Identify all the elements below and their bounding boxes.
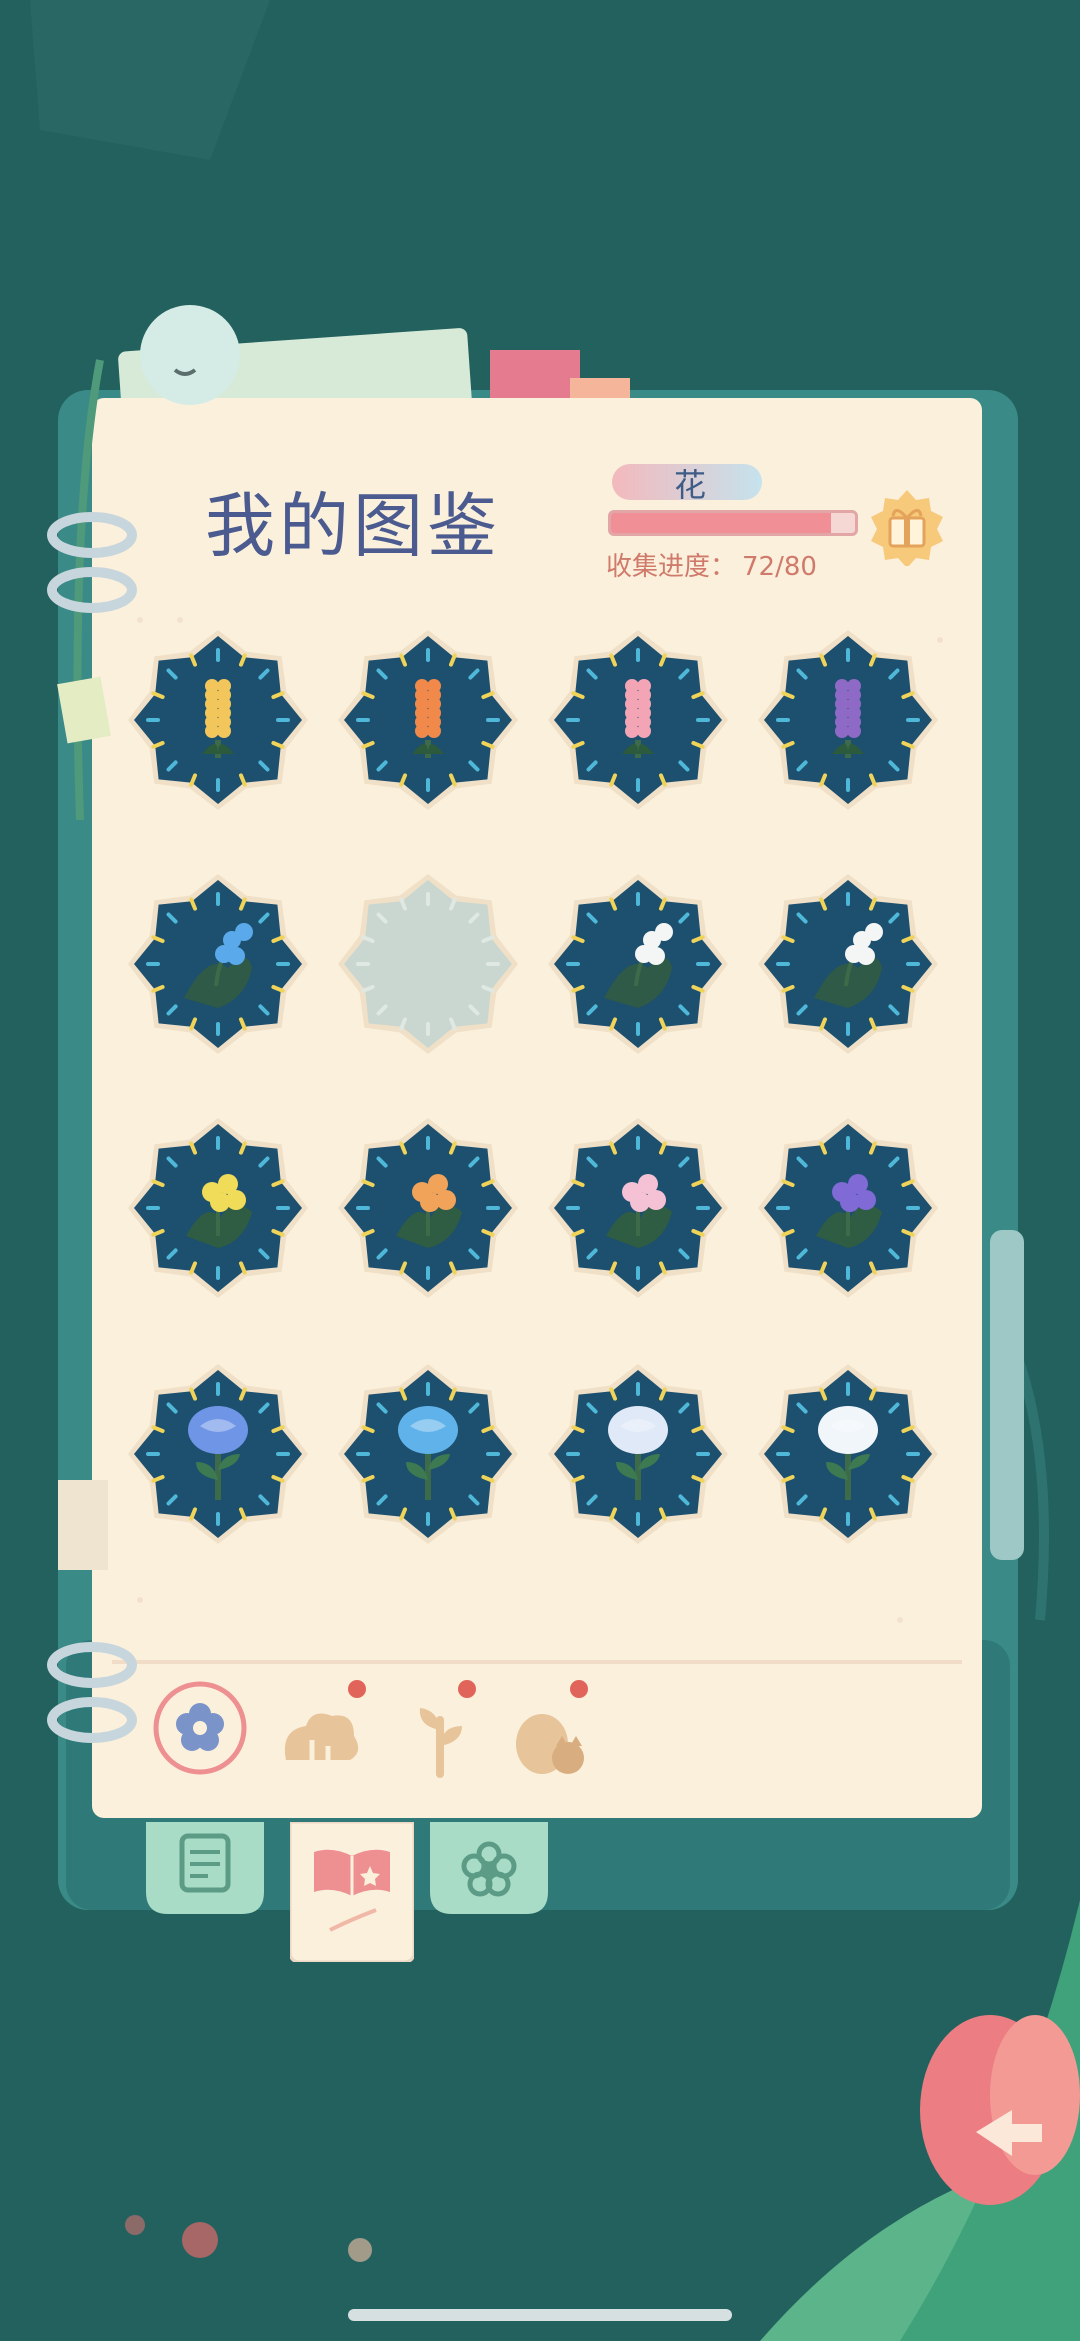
- back-button[interactable]: [920, 2040, 1060, 2230]
- specimen-undiscovered[interactable]: [338, 874, 518, 1054]
- book-star-icon: [288, 1820, 416, 1964]
- back-arrow-icon: [976, 2110, 1042, 2156]
- category-sprout-button[interactable]: [392, 1690, 488, 1786]
- flower-badge-icon: [128, 630, 308, 810]
- specimen-ball-flower-yellow[interactable]: [128, 1118, 308, 1298]
- sprout-notification-dot: [458, 1680, 476, 1698]
- progress-fill: [611, 513, 831, 533]
- animal-icon: [516, 1714, 584, 1774]
- notebook-icon: [146, 1822, 264, 1914]
- flower-badge-icon: [758, 874, 938, 1054]
- specimen-hyacinth-orange[interactable]: [338, 630, 518, 810]
- gift-icon: [871, 490, 943, 568]
- specimen-rose-blue[interactable]: [128, 1364, 308, 1544]
- specimen-ball-flower-purple[interactable]: [758, 1118, 938, 1298]
- specimen-ball-flower-orange[interactable]: [338, 1118, 518, 1298]
- specimen-lily-of-valley-white[interactable]: [548, 874, 728, 1054]
- specimen-hyacinth-pink[interactable]: [548, 630, 728, 810]
- progress-value: 72/80: [742, 552, 817, 582]
- flower-badge-icon: [128, 874, 308, 1054]
- gift-button[interactable]: [868, 488, 946, 568]
- specimen-rose-pale[interactable]: [548, 1364, 728, 1544]
- flower-badge-icon: [548, 1118, 728, 1298]
- flower-badge-icon: [338, 1364, 518, 1544]
- title-banner: 我的图鉴: [205, 470, 565, 570]
- flower-badge-icon: [548, 874, 728, 1054]
- progress-label: 收集进度：: [606, 552, 737, 582]
- tab-collection[interactable]: [288, 1820, 416, 1964]
- flower-tab-icon: [430, 1822, 548, 1914]
- shrub-icon: [284, 1713, 359, 1760]
- specimen-lily-of-valley-white-2[interactable]: [758, 874, 938, 1054]
- specimen-hyacinth-yellow[interactable]: [128, 630, 308, 810]
- flower-badge-icon: [758, 630, 938, 810]
- flower-badge-icon: [338, 1118, 518, 1298]
- tab-flower[interactable]: [430, 1822, 548, 1918]
- progress-bar: [608, 510, 858, 536]
- home-indicator: [348, 2309, 732, 2321]
- specimen-ball-flower-pink[interactable]: [548, 1118, 728, 1298]
- page-title: 我的图鉴: [205, 485, 501, 567]
- specimen-rose-white[interactable]: [758, 1364, 938, 1544]
- shrub-notification-dot: [348, 1680, 366, 1698]
- tab-notebook[interactable]: [146, 1822, 264, 1918]
- category-shrub-button[interactable]: [272, 1690, 368, 1786]
- flower-icon: [153, 1681, 247, 1775]
- flower-badge-icon: [758, 1118, 938, 1298]
- flower-badge-icon: [548, 1364, 728, 1544]
- sprout-icon: [419, 1708, 462, 1778]
- category-animal-button[interactable]: [502, 1690, 598, 1786]
- specimen-lily-of-valley-blue[interactable]: [128, 874, 308, 1054]
- flower-badge-icon: [758, 1364, 938, 1544]
- category-label: 花: [673, 466, 706, 504]
- animal-notification-dot: [570, 1680, 588, 1698]
- specimen-hyacinth-purple[interactable]: [758, 630, 938, 810]
- flower-badge-icon: [128, 1364, 308, 1544]
- specimen-rose-sky[interactable]: [338, 1364, 518, 1544]
- progress-text: 收集进度： 72/80: [606, 546, 817, 583]
- category-flower-button[interactable]: [152, 1680, 248, 1776]
- locked-slot-icon: [338, 874, 518, 1054]
- flower-badge-icon: [128, 1118, 308, 1298]
- flower-badge-icon: [338, 630, 518, 810]
- flower-badge-icon: [548, 630, 728, 810]
